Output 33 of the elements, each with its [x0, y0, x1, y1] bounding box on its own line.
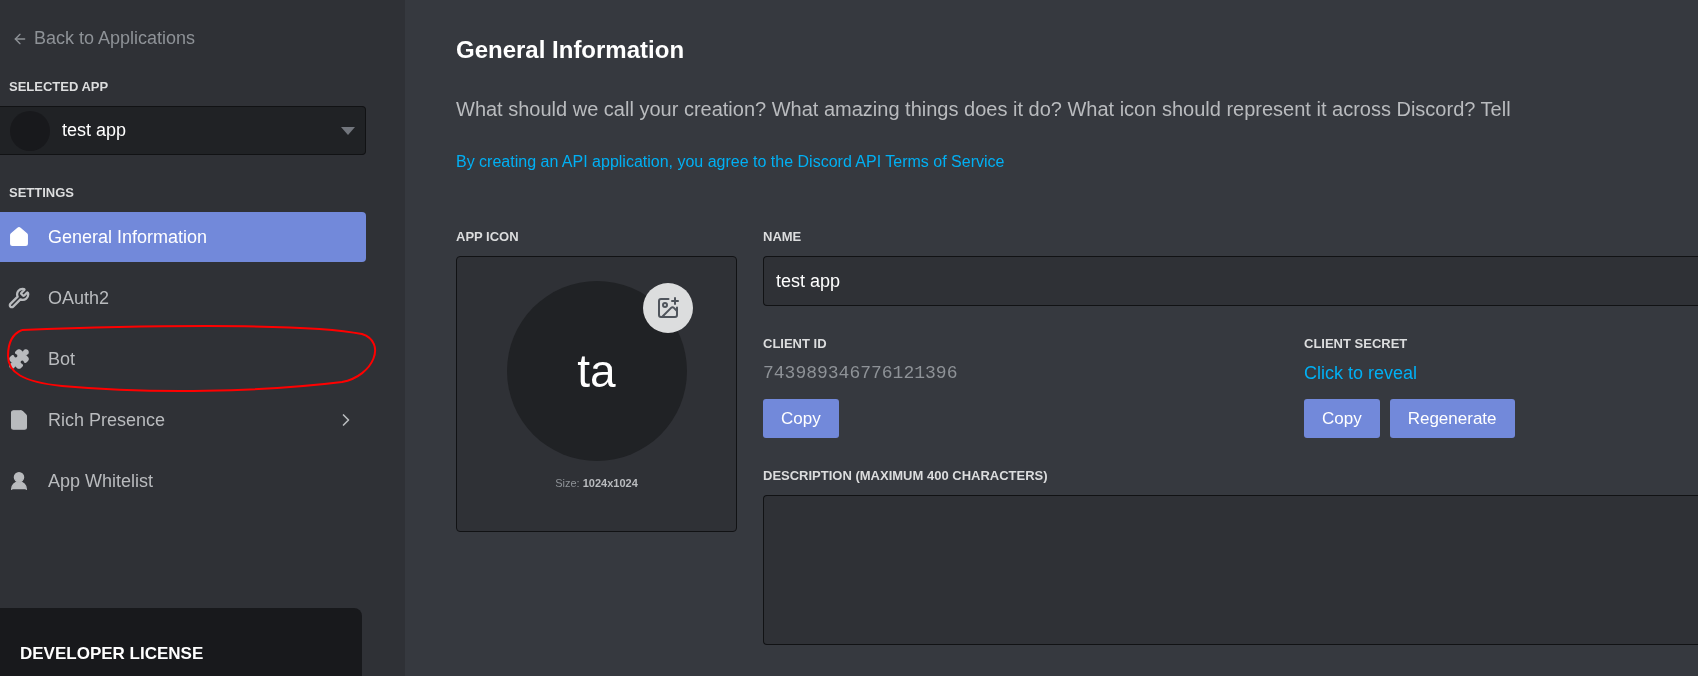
upload-image-button[interactable]	[642, 283, 693, 333]
wrench-icon	[8, 287, 30, 309]
field-label: DESCRIPTION (MAXIMUM 400 CHARACTERS)	[763, 468, 1049, 483]
app-initials: ta	[577, 344, 616, 398]
field-label: CLIENT SECRET	[1304, 336, 1409, 351]
name-input[interactable]: test app	[763, 256, 1698, 306]
app-select[interactable]: test app	[0, 106, 366, 155]
nav-item[interactable]: App Whitelist	[0, 456, 366, 506]
page-description: What should we call your creation? What amazing things does it do? What icon should represent it across Discord? Tell	[456, 98, 1511, 121]
nav-item[interactable]: Bot	[0, 334, 366, 384]
license-title: DEVELOPER LICENSE	[20, 644, 204, 664]
person-icon	[8, 470, 30, 492]
section-heading: SELECTED APP	[9, 79, 110, 94]
nav-item[interactable]: OAuth2	[0, 273, 366, 323]
back-link[interactable]: Back to Applications	[12, 28, 196, 49]
nav-item[interactable]: Rich Presence	[0, 395, 366, 445]
reveal-link[interactable]: Click to reveal	[1304, 363, 1418, 387]
description-input[interactable]	[763, 495, 1698, 645]
field-label: CLIENT ID	[763, 336, 828, 351]
field-label: NAME	[763, 229, 803, 244]
app-icon-circle[interactable]: ta	[506, 281, 687, 461]
home-icon	[8, 226, 30, 248]
caret-icon	[341, 126, 355, 135]
select-value: test app	[62, 120, 128, 141]
client-id-value: 743989346776121396	[763, 363, 959, 385]
size-hint: Size: 1024x1024	[555, 477, 638, 489]
puzzle-icon	[8, 348, 30, 370]
section-heading: SETTINGS	[9, 185, 75, 200]
document-icon	[8, 409, 30, 431]
image-plus-icon	[655, 296, 680, 320]
terms-link[interactable]: By creating an API application, you agree to the Discord API Terms of Service	[456, 153, 1005, 171]
page-title: General Information	[456, 36, 686, 64]
field-label: APP ICON	[456, 229, 520, 244]
